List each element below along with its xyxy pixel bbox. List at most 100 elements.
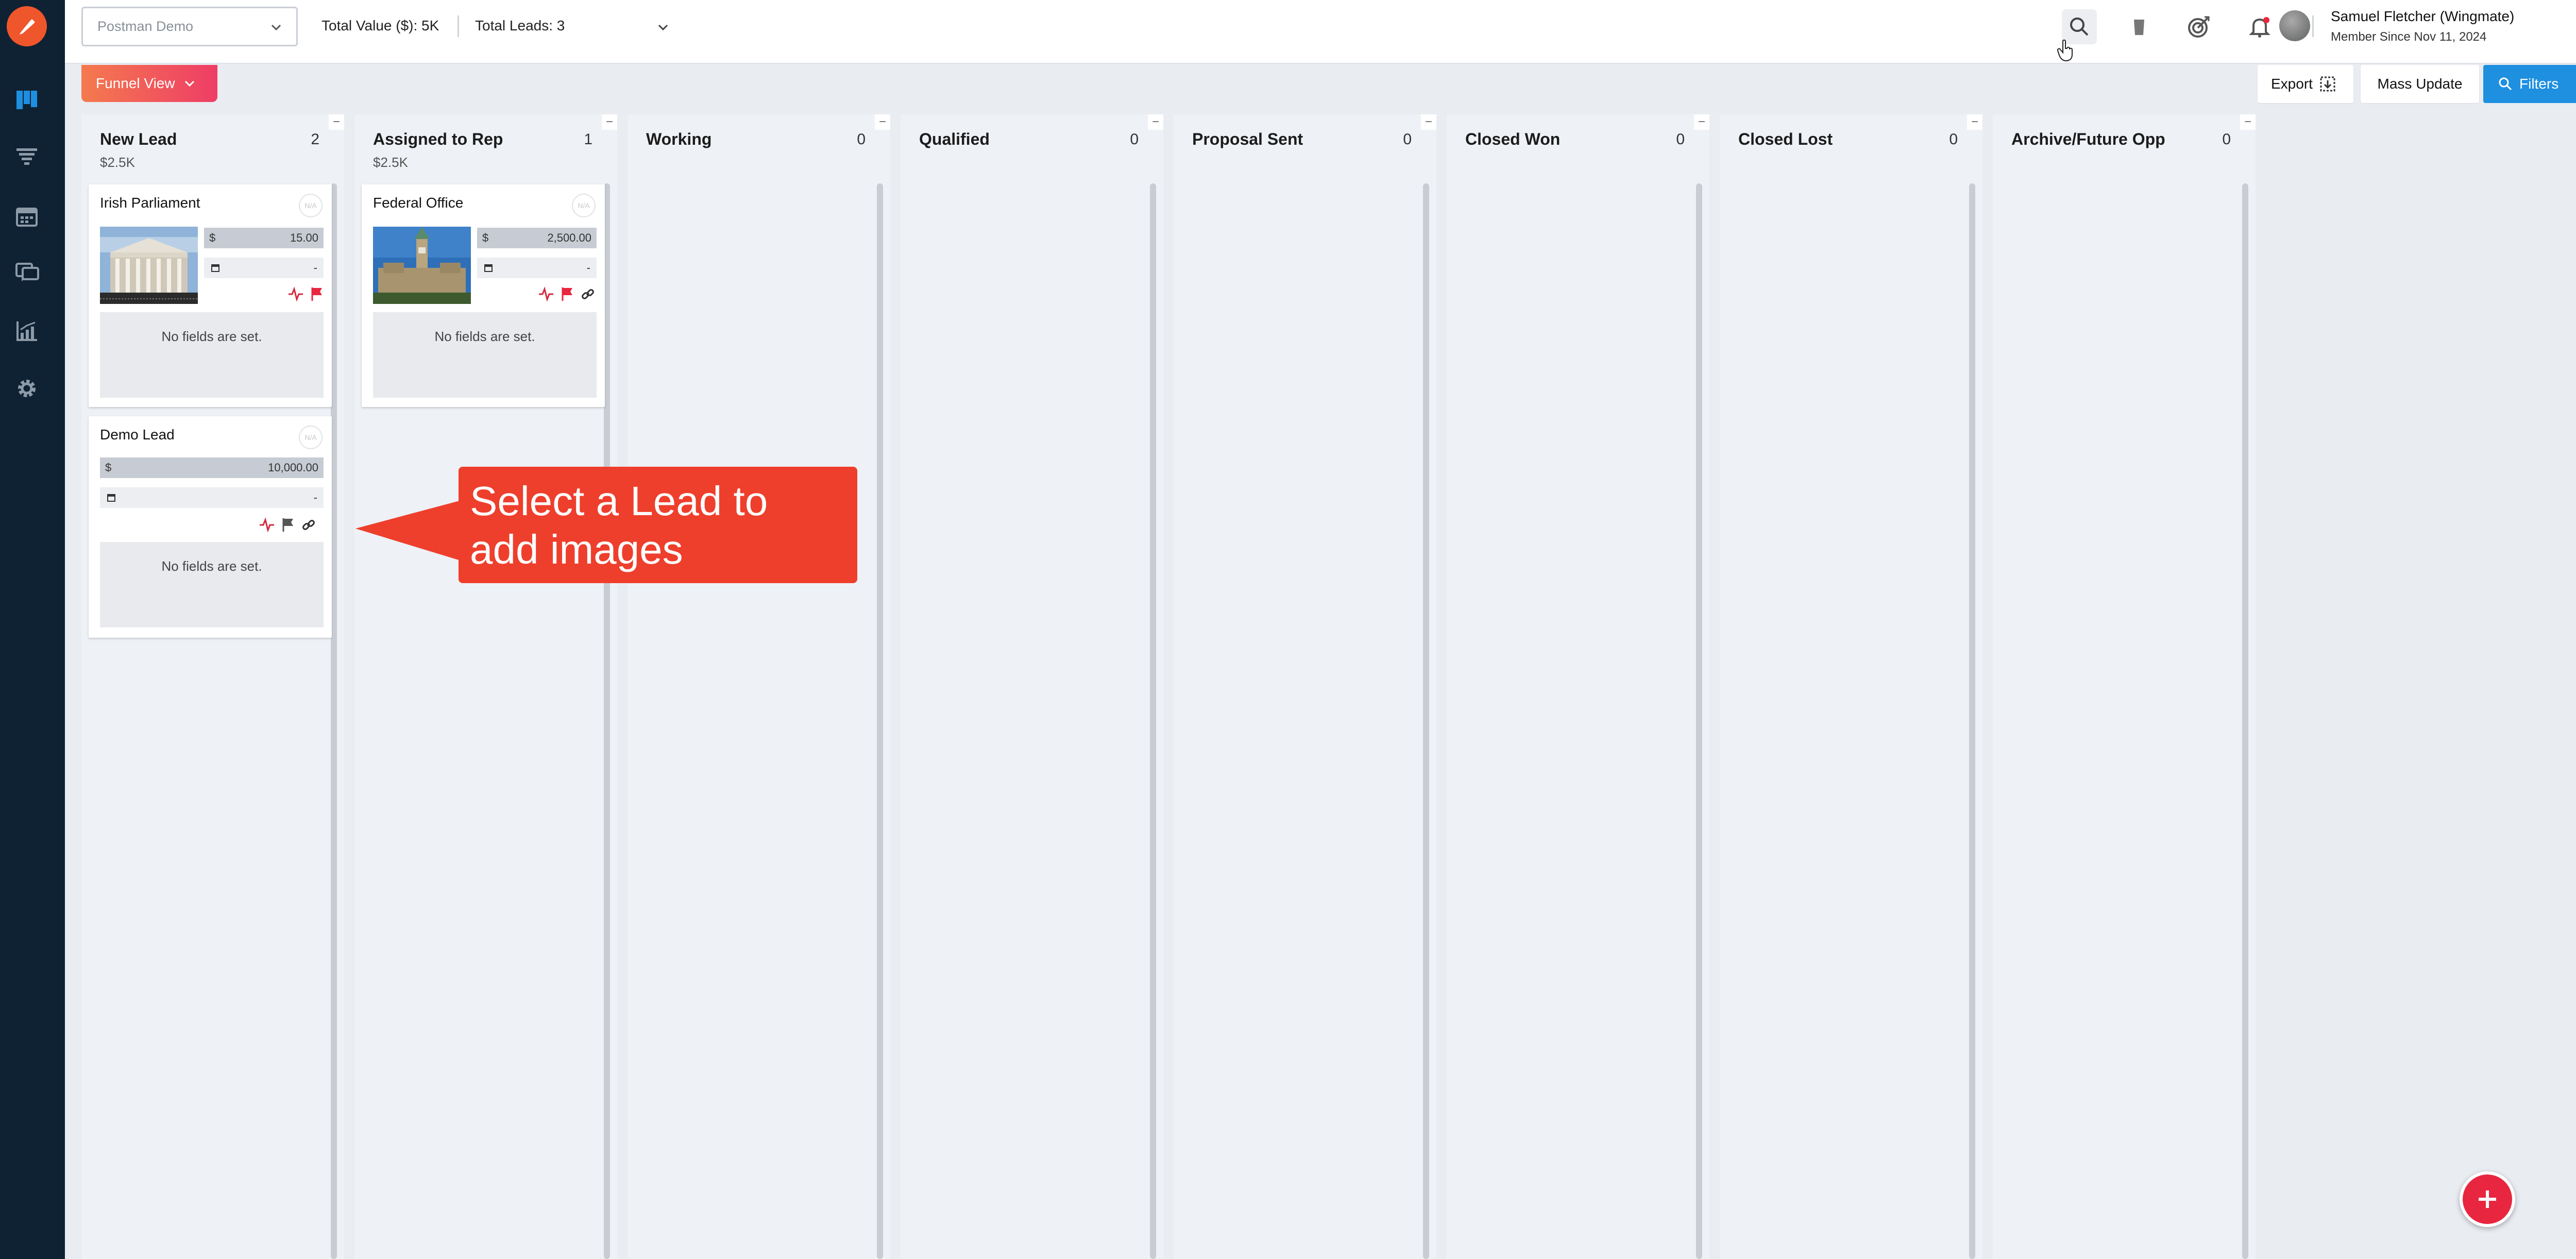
flag-icon[interactable] xyxy=(310,286,324,302)
collapse-column-button[interactable]: − xyxy=(875,114,890,130)
currency-symbol: $ xyxy=(482,231,489,244)
lead-date-field[interactable]: - xyxy=(204,258,324,278)
lead-date: - xyxy=(313,491,317,504)
lead-value-field[interactable]: $ 2,500.00 xyxy=(477,228,597,248)
owner-avatar-icon: N/A xyxy=(299,426,323,449)
target-icon[interactable] xyxy=(2181,9,2216,44)
column-title: Closed Lost xyxy=(1738,130,1833,148)
bin-icon[interactable] xyxy=(2122,9,2157,44)
lead-card-federal-office[interactable]: Federal Office N/A $ 2,500.00 - No field… xyxy=(362,184,605,407)
lead-date-field[interactable]: - xyxy=(477,258,597,278)
calendar-icon xyxy=(211,264,219,272)
chevron-down-icon[interactable] xyxy=(655,20,671,38)
app-logo[interactable] xyxy=(7,6,47,46)
column-closed-won: Closed Won 0 − xyxy=(1447,114,1709,1259)
column-count: 2 xyxy=(311,131,319,148)
board-select[interactable]: Postman Demo xyxy=(81,7,298,46)
notification-bell-icon[interactable] xyxy=(2242,9,2277,44)
lead-card-title: Federal Office xyxy=(373,195,464,211)
column-count: 0 xyxy=(1676,131,1685,148)
funnel-view-button[interactable]: Funnel View xyxy=(81,65,217,102)
plus-icon xyxy=(2479,1190,2496,1208)
column-scrollbar[interactable] xyxy=(1150,183,1156,1259)
collapse-column-button[interactable]: − xyxy=(602,114,617,130)
card-actions xyxy=(538,286,596,302)
owner-avatar-icon: N/A xyxy=(572,194,596,217)
lead-value: 15.00 xyxy=(290,231,318,244)
chat-icon[interactable] xyxy=(12,259,41,287)
column-scrollbar[interactable] xyxy=(2242,183,2248,1259)
funnel-view-label: Funnel View xyxy=(96,75,175,91)
activity-pulse-icon[interactable] xyxy=(538,287,554,301)
mass-update-button[interactable]: Mass Update xyxy=(2361,65,2479,103)
activity-pulse-icon[interactable] xyxy=(287,287,304,301)
callout-arrow xyxy=(355,500,464,562)
filters-button[interactable]: Filters 0 xyxy=(2483,65,2576,103)
activity-pulse-icon[interactable] xyxy=(259,518,275,532)
chevron-down-icon xyxy=(268,20,284,39)
chart-icon[interactable] xyxy=(12,316,41,345)
calendar-icon xyxy=(484,264,493,272)
flag-icon[interactable] xyxy=(281,517,295,533)
column-assigned-to-rep: Assigned to Rep 1 $2.5K − Federal Office… xyxy=(354,114,617,1259)
currency-symbol: $ xyxy=(105,461,112,474)
column-scrollbar[interactable] xyxy=(1423,183,1429,1259)
board-select-value: Postman Demo xyxy=(97,19,194,34)
column-total: $2.5K xyxy=(100,155,135,170)
column-qualified: Qualified 0 − xyxy=(901,114,1163,1259)
lead-fields-box: No fields are set. xyxy=(373,312,597,398)
lead-image[interactable] xyxy=(100,227,198,304)
lead-card-irish-parliament[interactable]: Irish Parliament N/A $ 15.00 - No fields… xyxy=(89,184,332,407)
lead-card-title: Demo Lead xyxy=(100,427,175,443)
lead-date: - xyxy=(313,261,317,274)
lead-value-field[interactable]: $ 15.00 xyxy=(204,228,324,248)
column-proposal-sent: Proposal Sent 0 − xyxy=(1174,114,1436,1259)
collapse-column-button[interactable]: − xyxy=(329,114,344,130)
board-icon[interactable] xyxy=(12,86,41,114)
collapse-column-button[interactable]: − xyxy=(1148,114,1163,130)
column-scrollbar[interactable] xyxy=(1696,183,1702,1259)
column-closed-lost: Closed Lost 0 − xyxy=(1720,114,1982,1259)
collapse-column-button[interactable]: − xyxy=(1421,114,1436,130)
export-button[interactable]: Export xyxy=(2258,65,2353,103)
lead-date: - xyxy=(586,261,590,274)
column-archive-future-opp: Archive/Future Opp 0 − xyxy=(1993,114,2256,1259)
lead-value-field[interactable]: $ 10,000.00 xyxy=(100,457,324,478)
column-count: 0 xyxy=(2222,131,2231,148)
collapse-column-button[interactable]: − xyxy=(2240,114,2256,130)
calendar-icon[interactable] xyxy=(12,202,41,231)
collapse-column-button[interactable]: − xyxy=(1694,114,1709,130)
column-count: 0 xyxy=(1403,131,1412,148)
chevron-down-icon xyxy=(184,80,194,87)
export-label: Export xyxy=(2271,76,2313,92)
link-icon[interactable] xyxy=(301,517,316,533)
flag-icon[interactable] xyxy=(561,286,574,302)
column-title: Assigned to Rep xyxy=(373,130,503,148)
export-icon xyxy=(2320,76,2335,92)
column-scrollbar[interactable] xyxy=(1969,183,1975,1259)
lead-fields-box: No fields are set. xyxy=(100,312,324,398)
lead-fields-box: No fields are set. xyxy=(100,542,324,627)
avatar[interactable] xyxy=(2279,10,2310,41)
column-title: Working xyxy=(646,130,712,148)
column-count: 1 xyxy=(584,131,592,148)
column-scrollbar[interactable] xyxy=(877,183,883,1259)
add-lead-button[interactable] xyxy=(2460,1171,2515,1227)
funnel-icon[interactable] xyxy=(12,142,41,171)
gear-icon[interactable] xyxy=(12,374,41,403)
divider xyxy=(2312,15,2314,37)
column-working: Working 0 − xyxy=(628,114,890,1259)
lead-image[interactable] xyxy=(373,227,471,304)
total-leads: Total Leads: 3 xyxy=(475,18,565,33)
user-name: Samuel Fletcher (Wingmate) xyxy=(2331,8,2515,24)
lead-date-field[interactable]: - xyxy=(100,487,324,508)
filters-label: Filters xyxy=(2519,76,2559,92)
collapse-column-button[interactable]: − xyxy=(1967,114,1982,130)
link-icon[interactable] xyxy=(580,286,596,302)
currency-symbol: $ xyxy=(209,231,216,244)
lead-value: 2,500.00 xyxy=(547,231,591,244)
sidebar xyxy=(0,0,65,1259)
lead-card-demo-lead[interactable]: Demo Lead N/A $ 10,000.00 - No fields ar… xyxy=(89,416,332,638)
lead-card-title: Irish Parliament xyxy=(100,195,200,211)
card-actions xyxy=(259,517,316,533)
